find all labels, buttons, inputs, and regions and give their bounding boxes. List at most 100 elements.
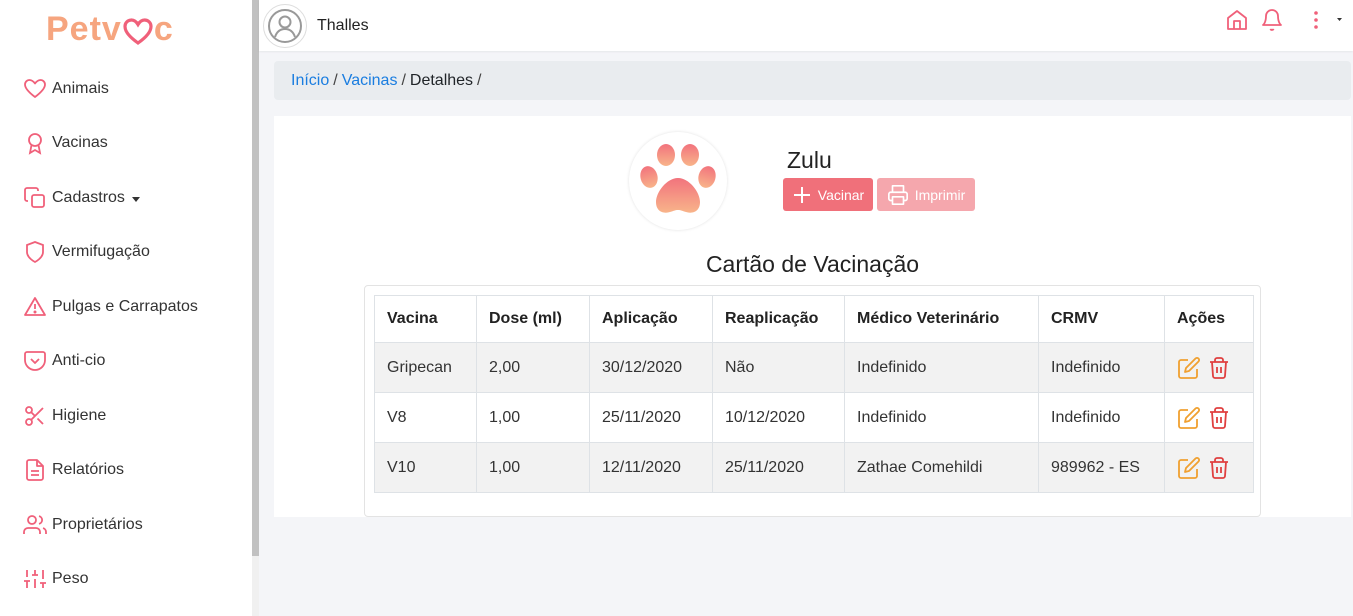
table-cell: 10/12/2020 — [712, 392, 845, 443]
table-cell: 25/11/2020 — [589, 392, 713, 443]
table-row: Gripecan 2,00 30/12/2020 Não Indefinido … — [374, 342, 1254, 393]
table-cell: Indefinido — [1038, 342, 1165, 393]
table-cell: V8 — [374, 392, 477, 443]
sidebar-item-label: Vacinas — [52, 134, 108, 151]
scissors-icon — [22, 403, 48, 429]
sidebar-item-animais[interactable]: Animais — [22, 74, 109, 104]
sidebar-item-anti-cio[interactable]: Anti-cio — [22, 346, 105, 376]
imprimir-label: Imprimir — [914, 186, 966, 203]
trash-icon[interactable] — [1207, 406, 1231, 430]
pet-avatar — [629, 132, 727, 230]
column-header: Aplicação — [589, 295, 713, 343]
column-header: Vacina — [374, 295, 477, 343]
shield-icon — [22, 239, 48, 265]
table-cell: Indefinido — [1038, 392, 1165, 443]
table-header-row: Vacina Dose (ml) Aplicação Reaplicação M… — [374, 295, 1254, 343]
sidebar-item-label: Vermifugação — [52, 243, 150, 260]
petvac-logo[interactable]: Petv c — [46, 10, 174, 49]
breadcrumb-vacinas-link[interactable]: Vacinas — [342, 72, 398, 89]
paw-icon — [640, 144, 716, 213]
card-title: Cartão de Vacinação — [705, 251, 920, 277]
sidebar-item-label: Pulgas e Carrapatos — [52, 298, 198, 315]
column-header: Dose (ml) — [476, 295, 590, 343]
table-cell: V10 — [374, 442, 477, 493]
actions-cell — [1164, 342, 1254, 393]
sidebar-item-label: Animais — [52, 80, 109, 97]
sidebar-item-vacinas[interactable]: Vacinas — [22, 128, 108, 158]
sidebar-item-pulgas[interactable]: Pulgas e Carrapatos — [22, 292, 198, 322]
heart-icon — [22, 76, 48, 102]
table-cell: 30/12/2020 — [589, 342, 713, 393]
edit-icon[interactable] — [1177, 406, 1201, 430]
column-header: Médico Veterinário — [844, 295, 1039, 343]
user-avatar[interactable] — [263, 4, 307, 48]
vaccination-card: Zulu Vacinar Imprimir Cartão de Vacinaçã… — [274, 116, 1351, 517]
table-cell: Não — [712, 342, 845, 393]
column-header: CRMV — [1038, 295, 1165, 343]
home-icon[interactable] — [1224, 7, 1250, 33]
table-cell: Indefinido — [844, 342, 1039, 393]
breadcrumb-separator: / — [333, 72, 338, 89]
logo-text-right: c — [153, 10, 174, 48]
sidebar-item-label: Proprietários — [52, 516, 143, 533]
vacinar-label: Vacinar — [817, 186, 865, 203]
table-cell: 989962 - ES — [1038, 442, 1165, 493]
award-icon — [22, 130, 48, 156]
breadcrumb-separator: / — [477, 72, 482, 89]
top-header: Thalles — [259, 0, 1353, 51]
actions-cell — [1164, 392, 1254, 443]
table-cell: 25/11/2020 — [712, 442, 845, 493]
imprimir-button[interactable]: Imprimir — [877, 178, 975, 211]
copy-icon — [22, 185, 48, 211]
caret-down-icon — [131, 196, 140, 202]
sidebar-item-higiene[interactable]: Higiene — [22, 401, 106, 431]
trash-icon[interactable] — [1207, 456, 1231, 480]
sidebar-item-label: Higiene — [52, 407, 107, 424]
trash-icon[interactable] — [1207, 356, 1231, 380]
file-text-icon — [22, 457, 48, 483]
username[interactable]: Thalles — [317, 17, 369, 35]
plus-icon — [792, 185, 812, 205]
column-header: Ações — [1164, 295, 1254, 343]
sidebar-item-label: Anti-cio — [52, 352, 106, 369]
table-row: V8 1,00 25/11/2020 10/12/2020 Indefinido… — [374, 392, 1254, 443]
breadcrumb: Início / Vacinas / Detalhes / — [274, 61, 1351, 100]
vacinar-button[interactable]: Vacinar — [783, 178, 873, 211]
printer-icon — [887, 184, 909, 206]
edit-icon[interactable] — [1177, 456, 1201, 480]
table-cell: 2,00 — [476, 342, 590, 393]
edit-icon[interactable] — [1177, 356, 1201, 380]
sidebar-item-cadastros[interactable]: Cadastros — [22, 183, 140, 213]
table-cell: 12/11/2020 — [589, 442, 713, 493]
bell-icon[interactable] — [1259, 7, 1285, 33]
table-row: V10 1,00 12/11/2020 25/11/2020 Zathae Co… — [374, 442, 1254, 493]
user-circle-icon — [268, 9, 302, 43]
column-header: Reaplicação — [712, 295, 845, 343]
table-container: Vacina Dose (ml) Aplicação Reaplicação M… — [364, 285, 1261, 517]
table-cell: 1,00 — [476, 442, 590, 493]
heart-logo-icon — [123, 16, 153, 45]
table-cell: 1,00 — [476, 392, 590, 443]
sidebar-item-label: Relatórios — [52, 461, 125, 478]
users-icon — [22, 512, 48, 538]
more-menu-icon[interactable] — [1305, 7, 1345, 33]
breadcrumb-home-link[interactable]: Início — [291, 72, 329, 89]
pet-name: Zulu — [787, 147, 832, 173]
vaccination-table: Vacina Dose (ml) Aplicação Reaplicação M… — [374, 295, 1254, 493]
sidebar-item-proprietarios[interactable]: Proprietários — [22, 510, 143, 540]
sidebar-item-vermifugacao[interactable]: Vermifugação — [22, 237, 150, 267]
breadcrumb-separator: / — [401, 72, 406, 89]
sidebar-scrollbar-thumb[interactable] — [252, 0, 259, 556]
sidebar-item-label: Cadastros — [52, 189, 125, 206]
warning-icon — [22, 294, 48, 320]
logo-text-left: Petv — [46, 10, 122, 48]
sidebar-item-relatorios[interactable]: Relatórios — [22, 455, 124, 485]
sidebar-item-peso[interactable]: Peso — [22, 564, 88, 594]
pocket-icon — [22, 348, 48, 374]
table-cell: Gripecan — [374, 342, 477, 393]
table-cell: Zathae Comehildi — [844, 442, 1039, 493]
actions-cell — [1164, 442, 1254, 493]
sidebar: Petv c Animais Vacinas Cadastros Vermifu… — [0, 0, 252, 616]
sidebar-item-label: Peso — [52, 570, 89, 587]
sliders-icon — [22, 566, 48, 592]
